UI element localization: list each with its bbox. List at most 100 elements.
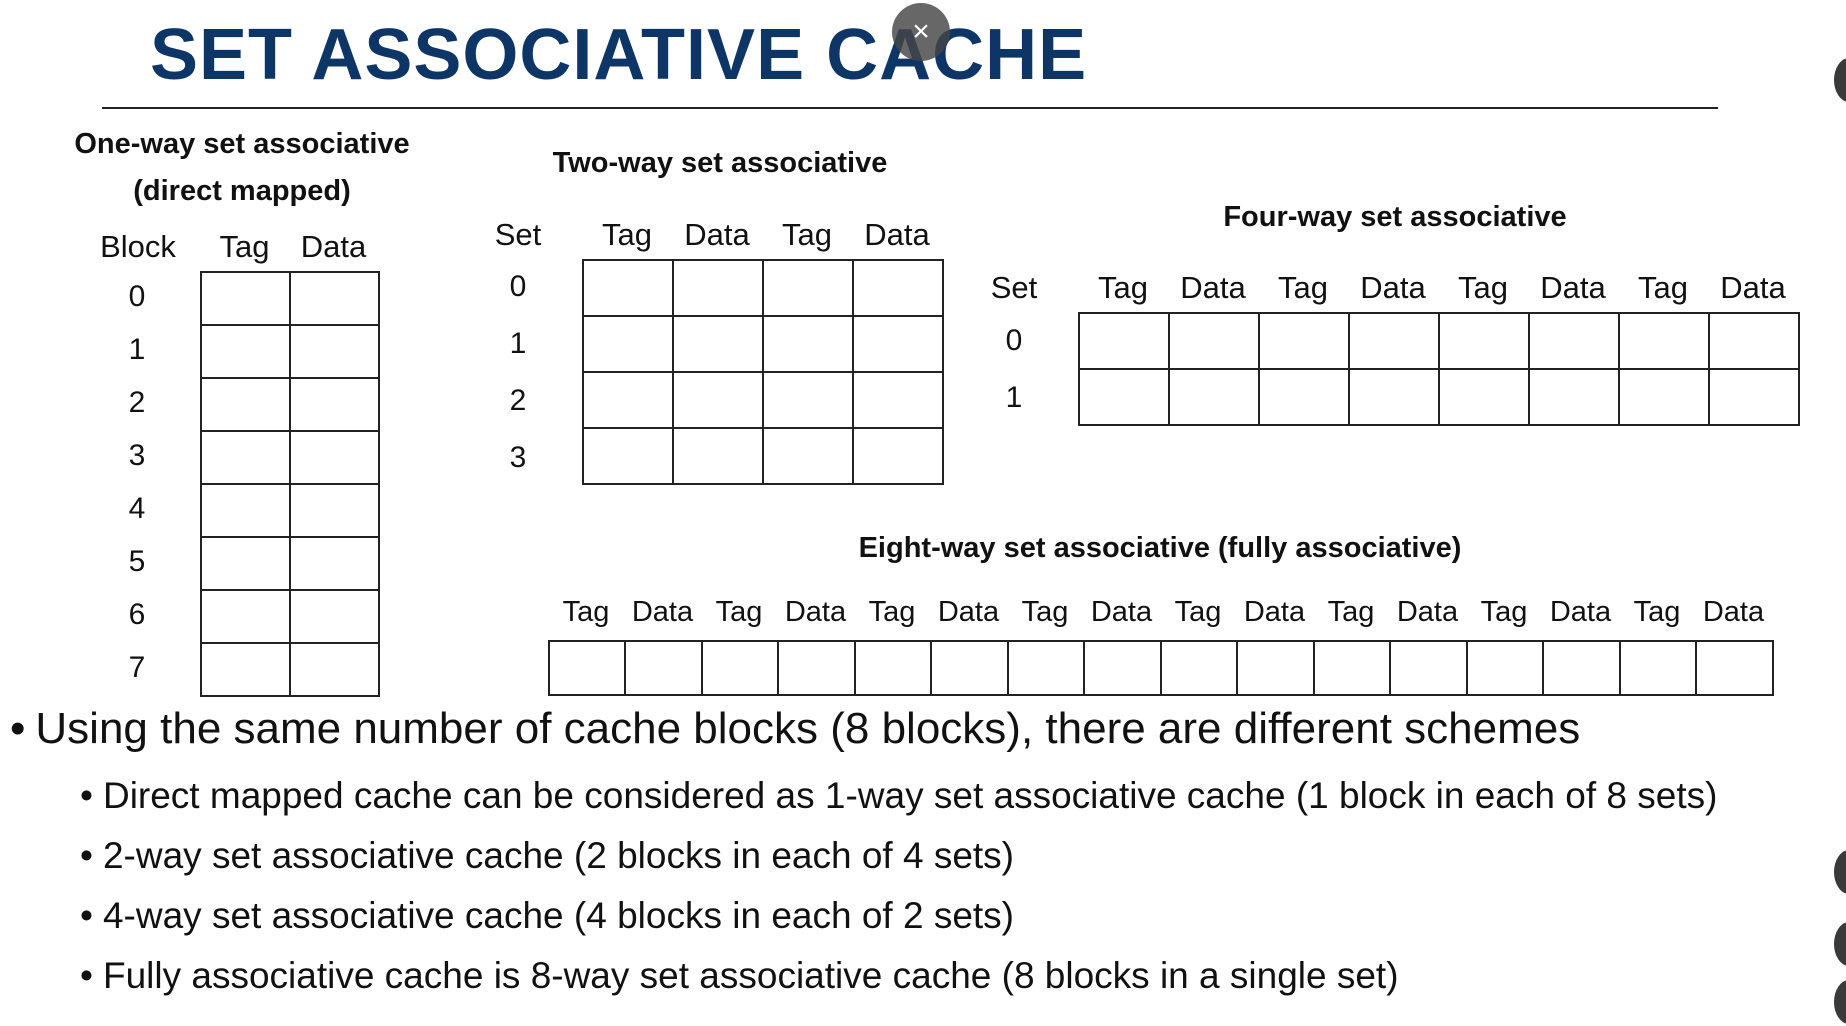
edge-control-1[interactable] [1834, 58, 1846, 102]
two-way-col-tag: Tag [602, 217, 652, 252]
data-cell [1695, 640, 1774, 696]
tag-cell [1618, 312, 1710, 370]
four-way-col-tag: Tag [1638, 270, 1688, 305]
data-cell [289, 271, 380, 326]
tag-cell [1438, 312, 1530, 370]
eight-way-col-data: Data [1396, 596, 1459, 628]
bullet-sub: • Fully associative cache is 8-way set as… [80, 955, 1399, 997]
tag-cell [1007, 640, 1085, 696]
tag-cell [762, 259, 854, 317]
two-way-row-label: 1 [509, 327, 527, 360]
one-way-row-label: 3 [128, 439, 146, 472]
data-cell [777, 640, 856, 696]
data-cell [1168, 368, 1260, 426]
one-way-col-block: Block [100, 229, 176, 264]
eight-way-col-tag: Tag [1174, 596, 1222, 628]
eight-way-col-data: Data [1549, 596, 1612, 628]
eight-way-col-tag: Tag [868, 596, 916, 628]
data-cell [1708, 312, 1800, 370]
one-way-heading-line1: One-way set associative [74, 128, 410, 160]
two-way-heading: Two-way set associative [552, 147, 888, 179]
data-cell [1348, 312, 1440, 370]
two-way-col-data: Data [864, 217, 930, 252]
four-way-col-data: Data [1720, 270, 1786, 305]
eight-way-col-tag: Tag [1633, 596, 1681, 628]
data-cell [289, 483, 380, 538]
one-way-row-label: 2 [128, 386, 146, 419]
four-way-row-label: 0 [1005, 324, 1023, 357]
tag-cell [762, 315, 854, 373]
four-way-col-set: Set [990, 270, 1038, 305]
bullet-sub: • Direct mapped cache can be considered a… [80, 775, 1717, 817]
eight-way-heading: Eight-way set associative (fully associa… [858, 532, 1462, 564]
one-way-row-label: 7 [128, 651, 146, 684]
four-way-col-data: Data [1360, 270, 1426, 305]
tag-cell [548, 640, 626, 696]
tag-cell [701, 640, 779, 696]
one-way-row-label: 0 [128, 280, 146, 313]
eight-way-col-data: Data [1702, 596, 1765, 628]
tag-cell [200, 377, 291, 432]
bullet-glyph: • [80, 955, 93, 996]
data-cell [1528, 368, 1620, 426]
bullet-glyph: • [80, 775, 93, 816]
two-way-row-label: 2 [509, 384, 527, 417]
tag-cell [582, 371, 674, 429]
eight-way-col-tag: Tag [1480, 596, 1528, 628]
data-cell [672, 315, 764, 373]
tag-cell [200, 589, 291, 644]
data-cell [1389, 640, 1468, 696]
data-cell [624, 640, 703, 696]
data-cell [1542, 640, 1621, 696]
tag-cell [200, 430, 291, 485]
one-way-row-label: 1 [128, 333, 146, 366]
tag-cell [1466, 640, 1544, 696]
one-way-col-data: Data [300, 229, 367, 264]
edge-control-4[interactable] [1834, 980, 1846, 1024]
edge-control-3[interactable] [1834, 922, 1846, 966]
data-cell [930, 640, 1009, 696]
eight-way-col-data: Data [631, 596, 694, 628]
four-way-col-data: Data [1180, 270, 1246, 305]
four-way-cache-table [1078, 312, 1800, 426]
tag-cell [200, 271, 291, 326]
tag-cell [1258, 368, 1350, 426]
data-cell [289, 324, 380, 379]
eight-way-col-data: Data [784, 596, 847, 628]
eight-way-col-data: Data [937, 596, 1000, 628]
tag-cell [582, 315, 674, 373]
four-way-col-tag: Tag [1098, 270, 1148, 305]
two-way-col-data: Data [684, 217, 750, 252]
eight-way-col-tag: Tag [1327, 596, 1375, 628]
data-cell [289, 377, 380, 432]
bullet-sub-text: Fully associative cache is 8-way set ass… [102, 955, 1399, 996]
data-cell [289, 430, 380, 485]
tag-cell [1160, 640, 1238, 696]
bullet-sub-text: 2-way set associative cache (2 blocks in… [102, 835, 1015, 876]
one-way-row-label: 6 [128, 598, 146, 631]
one-way-cache-table [200, 271, 380, 697]
tag-cell [854, 640, 932, 696]
bullet-sub: • 2-way set associative cache (2 blocks i… [80, 835, 1014, 877]
data-cell [1236, 640, 1315, 696]
tag-cell [200, 642, 291, 697]
one-way-col-tag: Tag [219, 229, 270, 264]
bullet-sub: • 4-way set associative cache (4 blocks i… [80, 895, 1014, 937]
data-cell [852, 371, 944, 429]
two-way-col-set: Set [494, 217, 542, 252]
bullet-sub-text: 4-way set associative cache (4 blocks in… [102, 895, 1015, 936]
data-cell [289, 589, 380, 644]
edge-control-2[interactable] [1834, 850, 1846, 894]
eight-way-col-tag: Tag [1021, 596, 1069, 628]
four-way-row-label: 1 [1005, 381, 1023, 414]
four-way-col-tag: Tag [1458, 270, 1508, 305]
data-cell [1528, 312, 1620, 370]
bullet-glyph: • [80, 835, 93, 876]
eight-way-col-tag: Tag [715, 596, 763, 628]
eight-way-col-tag: Tag [562, 596, 610, 628]
two-way-cache-table [582, 259, 944, 485]
data-cell [1708, 368, 1800, 426]
title-rule [102, 107, 1718, 109]
close-icon[interactable]: × [892, 3, 950, 61]
data-cell [852, 427, 944, 485]
